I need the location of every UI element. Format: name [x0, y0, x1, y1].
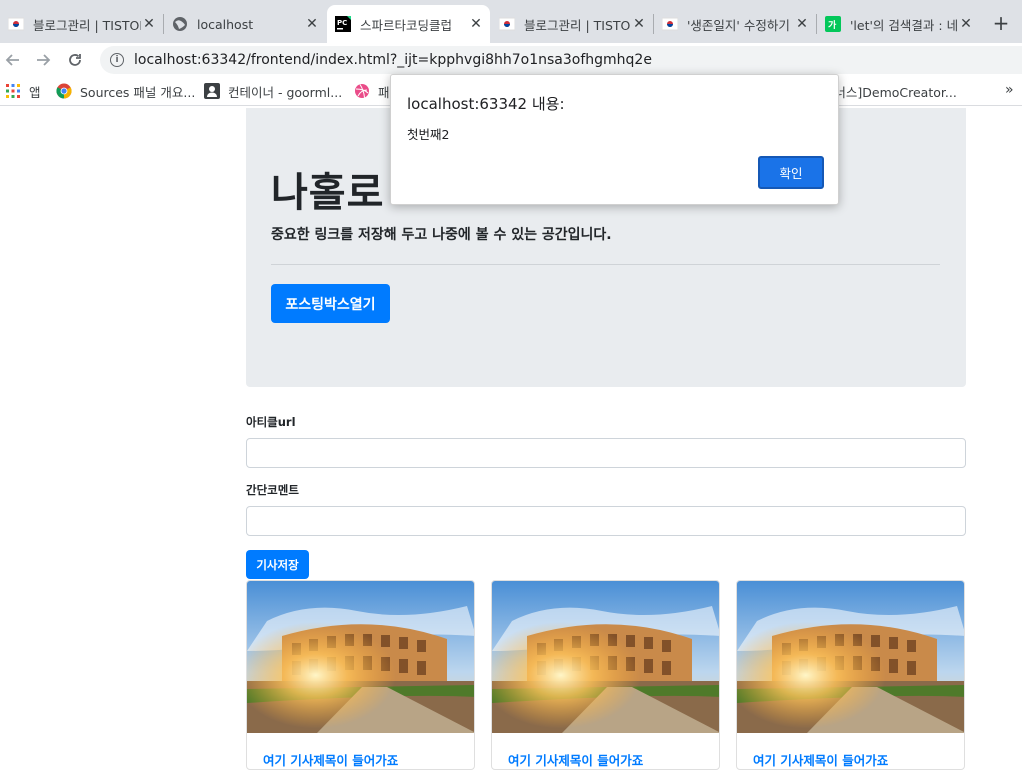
tab-tistory-1[interactable]: 블로그관리 | TISTORY ✕ — [0, 5, 163, 43]
dribbble-icon — [355, 84, 369, 98]
korea-flag-icon — [8, 16, 24, 32]
article-card[interactable]: 여기 기사제목이 들어가죠 — [736, 580, 965, 770]
close-tab-icon[interactable]: ✕ — [304, 16, 320, 32]
tab-title: 스파르타코딩클럽 — [360, 17, 453, 33]
open-posting-box-button[interactable]: 포스팅박스열기 — [271, 284, 390, 323]
tab-title: localhost — [197, 16, 254, 32]
globe-icon — [172, 16, 188, 32]
page-lead: 중요한 링크를 저장해 두고 나중에 볼 수 있는 공간입니다. — [271, 227, 612, 243]
tab-naver-search[interactable]: 가 'let'의 검색결과 : 네이버 ✕ — [817, 5, 980, 43]
tab-survival-log[interactable]: '생존일지' 수정하기 ✕ — [654, 5, 816, 43]
svg-text:PC: PC — [337, 19, 347, 27]
url-text: localhost:63342/frontend/index.html?_ijt… — [134, 52, 652, 68]
apps-grid-icon — [6, 84, 20, 98]
divider — [271, 264, 940, 265]
page-title: 나홀로 — [271, 170, 385, 216]
alert-dialog: localhost:63342 내용: 첫번째2 확인 — [390, 74, 839, 205]
colosseum-image — [492, 581, 719, 733]
bookmark-goorm[interactable]: 컨테이너 - goorml... — [204, 82, 342, 100]
comment-label: 간단코멘트 — [246, 483, 299, 497]
tab-sparta[interactable]: PC 스파르타코딩클럽 ✕ — [327, 5, 490, 43]
card-title[interactable]: 여기 기사제목이 들어가죠 — [753, 750, 888, 769]
alert-title: localhost:63342 내용: — [407, 95, 565, 113]
tab-title: 블로그관리 | TISTORY — [524, 17, 631, 33]
tab-title: 'let'의 검색결과 : 네이버 — [850, 17, 958, 33]
close-tab-icon[interactable]: ✕ — [468, 16, 484, 32]
info-icon[interactable]: i — [110, 53, 124, 67]
browser-toolbar: i localhost:63342/frontend/index.html?_i… — [0, 43, 1022, 76]
svg-text:가: 가 — [828, 19, 837, 31]
close-tab-icon[interactable]: ✕ — [958, 16, 974, 32]
close-tab-icon[interactable]: ✕ — [141, 16, 157, 32]
colosseum-image — [247, 581, 474, 733]
bookmark-sources[interactable]: Sources 패널 개요... — [56, 82, 195, 100]
reload-icon[interactable] — [64, 49, 86, 71]
tab-strip: 블로그관리 | TISTORY ✕ localhost ✕ PC 스파르타코딩클… — [0, 0, 1022, 43]
tab-tistory-2[interactable]: 블로그관리 | TISTORY ✕ — [491, 5, 653, 43]
close-tab-icon[interactable]: ✕ — [794, 16, 810, 32]
tab-title: '생존일지' 수정하기 — [687, 17, 790, 33]
new-tab-icon[interactable]: + — [990, 11, 1012, 35]
close-tab-icon[interactable]: ✕ — [631, 16, 647, 32]
alert-ok-button[interactable]: 확인 — [758, 156, 824, 189]
address-bar[interactable]: i localhost:63342/frontend/index.html?_i… — [100, 46, 1022, 74]
article-url-input[interactable] — [246, 438, 966, 468]
bookmark-label: 패 — [378, 84, 390, 100]
bookmark-label: Sources 패널 개요... — [80, 84, 196, 100]
korea-flag-icon — [499, 16, 515, 32]
tab-localhost[interactable]: localhost ✕ — [164, 5, 326, 43]
back-arrow-icon[interactable] — [2, 49, 24, 71]
article-url-label: 아티클url — [246, 415, 296, 429]
tab-title: 블로그관리 | TISTORY — [33, 17, 141, 33]
colosseum-image — [737, 581, 964, 733]
card-title[interactable]: 여기 기사제목이 들어가죠 — [508, 750, 643, 769]
pycharm-icon: PC — [335, 16, 351, 32]
bookmark-third[interactable]: 패 — [354, 82, 390, 100]
user-icon — [204, 83, 220, 99]
article-card[interactable]: 여기 기사제목이 들어가죠 — [491, 580, 720, 770]
bookmark-label: 앱 — [29, 84, 41, 100]
korea-flag-icon — [662, 16, 678, 32]
chrome-icon — [56, 83, 72, 99]
more-bookmarks-icon[interactable]: » — [1005, 82, 1014, 98]
article-card[interactable]: 여기 기사제목이 들어가죠 — [246, 580, 475, 770]
card-title[interactable]: 여기 기사제목이 들어가죠 — [263, 750, 398, 769]
bookmark-label: 컨테이너 - goorml... — [228, 84, 343, 100]
save-article-button[interactable]: 기사저장 — [246, 550, 309, 579]
bookmark-apps[interactable]: 앱 — [5, 82, 41, 100]
naver-icon: 가 — [825, 16, 841, 32]
comment-input[interactable] — [246, 506, 966, 536]
forward-arrow-icon[interactable] — [32, 49, 54, 71]
alert-message: 첫번째2 — [407, 127, 450, 142]
